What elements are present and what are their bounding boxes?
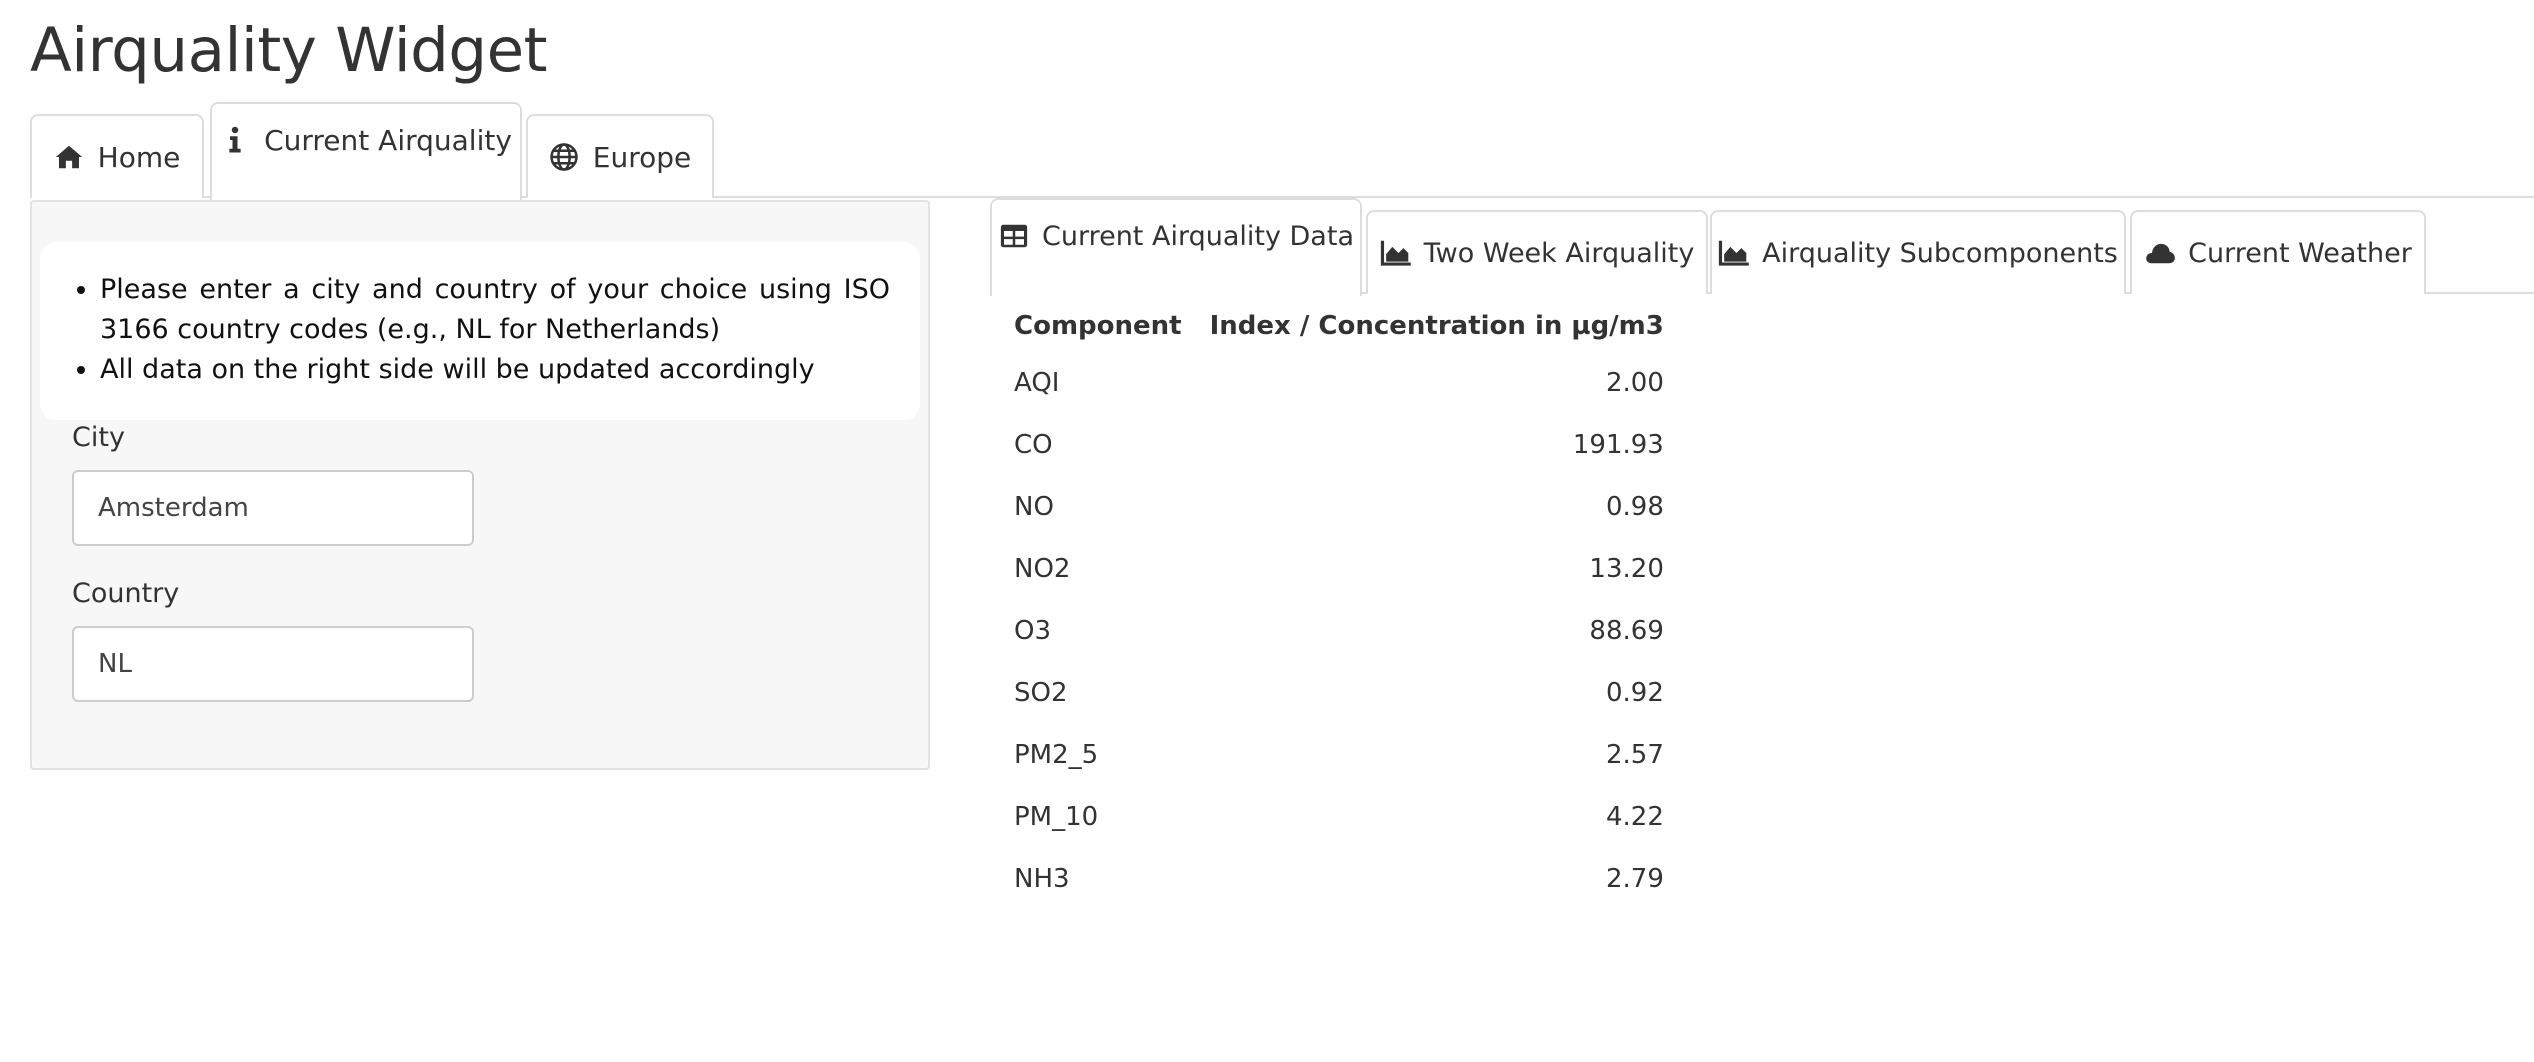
value-cell: 2.00: [1605, 368, 1664, 398]
value-cell: 88.69: [1589, 616, 1664, 646]
table-row: AQI 2.00: [1000, 352, 1678, 414]
tab-two-week-airquality[interactable]: Two Week Airquality: [1366, 210, 1708, 294]
city-input[interactable]: [72, 470, 474, 546]
tab-home[interactable]: Home: [30, 114, 204, 198]
tab-home-label: Home: [97, 140, 181, 174]
area-chart-icon: [1380, 238, 1412, 268]
value-cell: 2.57: [1605, 740, 1664, 770]
column-header-component: Component: [1014, 311, 1182, 341]
sidebar-panel: Please enter a city and country of your …: [30, 200, 930, 770]
tab-current-airquality[interactable]: Current Airquality: [210, 102, 522, 200]
table-row: NH3 2.79: [1000, 848, 1678, 910]
tab-europe[interactable]: Europe: [526, 114, 714, 198]
tab-airquality-subcomponents-label: Airquality Subcomponents: [1762, 237, 2118, 269]
component-cell: NH3: [1014, 864, 1070, 894]
globe-icon: [549, 142, 579, 172]
home-icon: [54, 142, 84, 172]
component-cell: NO: [1014, 492, 1054, 522]
country-input[interactable]: [72, 626, 474, 702]
component-cell: CO: [1014, 430, 1053, 460]
tab-current-airquality-data[interactable]: Current Airquality Data: [990, 198, 1362, 296]
sub-tab-bar: Current Airquality Data Two Week Airqual…: [990, 196, 2534, 296]
tab-two-week-airquality-label: Two Week Airquality: [1423, 237, 1695, 269]
instruction-item: Please enter a city and country of your …: [100, 270, 890, 350]
component-cell: PM2_5: [1014, 740, 1099, 770]
app-title: Airquality Widget: [30, 15, 548, 86]
airquality-table: Component Index / Concentration in µg/m3…: [1000, 300, 1678, 910]
table-row: PM_10 4.22: [1000, 786, 1678, 848]
value-cell: 13.20: [1589, 554, 1664, 584]
cloud-icon: [2144, 238, 2176, 268]
component-cell: O3: [1014, 616, 1052, 646]
value-cell: 0.92: [1605, 678, 1664, 708]
tab-current-weather[interactable]: Current Weather: [2130, 210, 2426, 294]
instruction-item: All data on the right side will be updat…: [100, 350, 890, 390]
tab-current-airquality-data-label: Current Airquality Data: [1041, 220, 1354, 252]
area-chart-icon: [1718, 238, 1750, 268]
tab-current-airquality-label: Current Airquality: [264, 123, 512, 157]
info-icon: [220, 125, 250, 155]
main-tab-bar: Home Current Airquality Europe: [30, 100, 2534, 200]
table-icon: [998, 221, 1030, 251]
component-cell: NO2: [1014, 554, 1071, 584]
table-row: O3 88.69: [1000, 600, 1678, 662]
table-row: NO 0.98: [1000, 476, 1678, 538]
value-cell: 4.22: [1605, 802, 1664, 832]
instructions-box: Please enter a city and country of your …: [40, 242, 920, 420]
component-cell: PM_10: [1014, 802, 1099, 832]
value-cell: 2.79: [1605, 864, 1664, 894]
value-cell: 191.93: [1572, 430, 1664, 460]
table-row: CO 191.93: [1000, 414, 1678, 476]
tab-current-weather-label: Current Weather: [2188, 237, 2412, 269]
tab-airquality-subcomponents[interactable]: Airquality Subcomponents: [1710, 210, 2126, 294]
city-label: City: [72, 422, 125, 453]
country-label: Country: [72, 578, 180, 609]
tab-europe-label: Europe: [592, 140, 692, 174]
table-header-row: Component Index / Concentration in µg/m3: [1000, 300, 1678, 352]
component-cell: SO2: [1014, 678, 1068, 708]
table-row: PM2_5 2.57: [1000, 724, 1678, 786]
component-cell: AQI: [1014, 368, 1060, 398]
instructions-list: Please enter a city and country of your …: [40, 242, 920, 390]
table-row: SO2 0.92: [1000, 662, 1678, 724]
column-header-value: Index / Concentration in µg/m3: [1209, 311, 1664, 341]
value-cell: 0.98: [1605, 492, 1664, 522]
table-body: AQI 2.00 CO 191.93 NO 0.98 NO2 13.20 O3 88.69 SO2 0…: [1000, 352, 1678, 910]
table-row: NO2 13.20: [1000, 538, 1678, 600]
